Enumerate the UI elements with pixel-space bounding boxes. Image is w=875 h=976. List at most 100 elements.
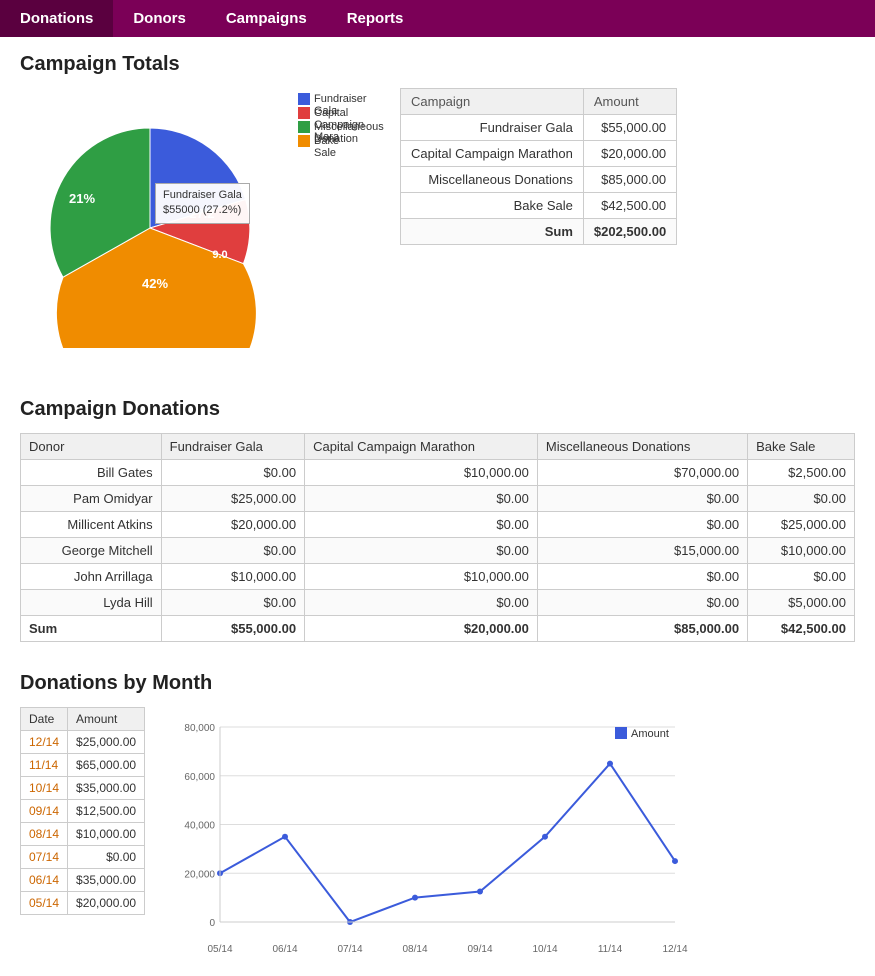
table-row: George Mitchell$0.00$0.00$15,000.00$10,0… <box>21 538 855 564</box>
totals-sum-label: Sum <box>401 219 584 245</box>
list-item: 08/14$10,000.00 <box>21 823 145 846</box>
table-row: Pam Omidyar$25,000.00$0.00$0.00$0.00 <box>21 486 855 512</box>
svg-text:0: 0 <box>210 918 216 929</box>
table-cell: Bill Gates <box>21 460 162 486</box>
sum-cell: $42,500.00 <box>748 616 855 642</box>
month-amount: $10,000.00 <box>68 823 145 846</box>
svg-text:08/14: 08/14 <box>403 944 428 955</box>
svg-text:80,000: 80,000 <box>185 723 216 734</box>
legend-item-3: Miscellaneous Donation <box>314 121 326 133</box>
svg-text:20,000: 20,000 <box>185 869 216 880</box>
month-amount: $65,000.00 <box>68 754 145 777</box>
svg-text:09/14: 09/14 <box>468 944 493 955</box>
campaign-totals-title: Campaign Totals <box>20 53 855 76</box>
table-cell: $0.00 <box>161 590 304 616</box>
list-item: 07/14$0.00 <box>21 846 145 869</box>
table-cell: $5,000.00 <box>748 590 855 616</box>
nav-campaigns[interactable]: Campaigns <box>206 0 327 37</box>
sum-cell: $20,000.00 <box>305 616 538 642</box>
campaign-totals-section: Campaign Totals Fundraiser Gala Capital … <box>20 53 855 368</box>
table-cell: $10,000.00 <box>161 564 304 590</box>
campaign-name: Capital Campaign Marathon <box>401 141 584 167</box>
month-date: 09/14 <box>21 800 68 823</box>
monthly-col-date: Date <box>21 708 68 731</box>
table-cell: $15,000.00 <box>537 538 747 564</box>
table-cell: $0.00 <box>537 564 747 590</box>
nav-donations[interactable]: Donations <box>0 0 113 37</box>
svg-text:10/14: 10/14 <box>533 944 558 955</box>
main-nav: Donations Donors Campaigns Reports <box>0 0 875 37</box>
table-cell: Millicent Atkins <box>21 512 162 538</box>
table-cell: $0.00 <box>748 486 855 512</box>
list-item: 11/14$65,000.00 <box>21 754 145 777</box>
table-row: Millicent Atkins$20,000.00$0.00$0.00$25,… <box>21 512 855 538</box>
monthly-col-amount: Amount <box>68 708 145 731</box>
nav-donors[interactable]: Donors <box>113 0 206 37</box>
campaign-donations-section: Campaign Donations DonorFundraiser GalaC… <box>20 398 855 642</box>
month-date: 10/14 <box>21 777 68 800</box>
svg-text:05/14: 05/14 <box>208 944 233 955</box>
table-cell: $20,000.00 <box>161 512 304 538</box>
table-cell: $0.00 <box>161 538 304 564</box>
table-row: John Arrillaga$10,000.00$10,000.00$0.00$… <box>21 564 855 590</box>
month-date: 11/14 <box>21 754 68 777</box>
totals-col-campaign: Campaign <box>401 89 584 115</box>
svg-text:12/14: 12/14 <box>663 944 688 955</box>
table-cell: Pam Omidyar <box>21 486 162 512</box>
month-date: 07/14 <box>21 846 68 869</box>
table-cell: $0.00 <box>305 590 538 616</box>
month-amount: $0.00 <box>68 846 145 869</box>
pie-legend: Fundraiser Gala Capital Campaign Mara Mi… <box>298 93 330 149</box>
svg-text:06/14: 06/14 <box>273 944 298 955</box>
table-cell: $0.00 <box>305 512 538 538</box>
pie-tooltip-value: $55000 (27.2%) <box>163 203 242 218</box>
table-cell: $10,000.00 <box>305 460 538 486</box>
month-date: 08/14 <box>21 823 68 846</box>
month-date: 05/14 <box>21 892 68 915</box>
campaign-amount: $85,000.00 <box>583 167 676 193</box>
list-item: 09/14$12,500.00 <box>21 800 145 823</box>
table-cell: $10,000.00 <box>305 564 538 590</box>
totals-sum-amount: $202,500.00 <box>583 219 676 245</box>
table-cell: $0.00 <box>161 460 304 486</box>
campaign-amount: $20,000.00 <box>583 141 676 167</box>
donations-by-month-section: Donations by Month Date Amount 12/14$25,… <box>20 672 855 960</box>
campaign-amount: $42,500.00 <box>583 193 676 219</box>
legend-item-2: Capital Campaign Mara <box>314 107 326 119</box>
table-row: Capital Campaign Marathon$20,000.00 <box>401 141 677 167</box>
table-cell: $0.00 <box>537 486 747 512</box>
svg-text:Amount: Amount <box>631 728 669 740</box>
table-cell: $0.00 <box>305 538 538 564</box>
table-cell: $25,000.00 <box>161 486 304 512</box>
table-row: Bake Sale$42,500.00 <box>401 193 677 219</box>
campaign-name: Bake Sale <box>401 193 584 219</box>
svg-text:9.0: 9.0 <box>212 249 227 261</box>
sum-cell: $85,000.00 <box>537 616 747 642</box>
table-cell: John Arrillaga <box>21 564 162 590</box>
svg-text:21%: 21% <box>69 191 95 206</box>
table-cell: $0.00 <box>537 512 747 538</box>
nav-reports[interactable]: Reports <box>327 0 424 37</box>
legend-item-1: Fundraiser Gala <box>314 93 326 105</box>
line-chart-container: 020,00040,00060,00080,00005/1406/1407/14… <box>165 707 855 960</box>
col-header: Capital Campaign Marathon <box>305 434 538 460</box>
campaign-donations-title: Campaign Donations <box>20 398 855 421</box>
list-item: 12/14$25,000.00 <box>21 731 145 754</box>
table-row: Bill Gates$0.00$10,000.00$70,000.00$2,50… <box>21 460 855 486</box>
table-cell: Lyda Hill <box>21 590 162 616</box>
col-header: Fundraiser Gala <box>161 434 304 460</box>
table-cell: $70,000.00 <box>537 460 747 486</box>
table-cell: George Mitchell <box>21 538 162 564</box>
svg-text:42%: 42% <box>142 276 168 291</box>
table-cell: $0.00 <box>537 590 747 616</box>
sum-cell: Sum <box>21 616 162 642</box>
month-date: 12/14 <box>21 731 68 754</box>
table-cell: $25,000.00 <box>748 512 855 538</box>
sum-row: Sum$55,000.00$20,000.00$85,000.00$42,500… <box>21 616 855 642</box>
campaign-totals-table: Campaign Amount Fundraiser Gala$55,000.0… <box>400 88 677 245</box>
month-amount: $35,000.00 <box>68 869 145 892</box>
pie-chart-container: Fundraiser Gala Capital Campaign Mara Mi… <box>20 88 300 368</box>
table-row: Lyda Hill$0.00$0.00$0.00$5,000.00 <box>21 590 855 616</box>
pie-tooltip: Fundraiser Gala $55000 (27.2%) <box>155 183 250 224</box>
table-row: Fundraiser Gala$55,000.00 <box>401 115 677 141</box>
